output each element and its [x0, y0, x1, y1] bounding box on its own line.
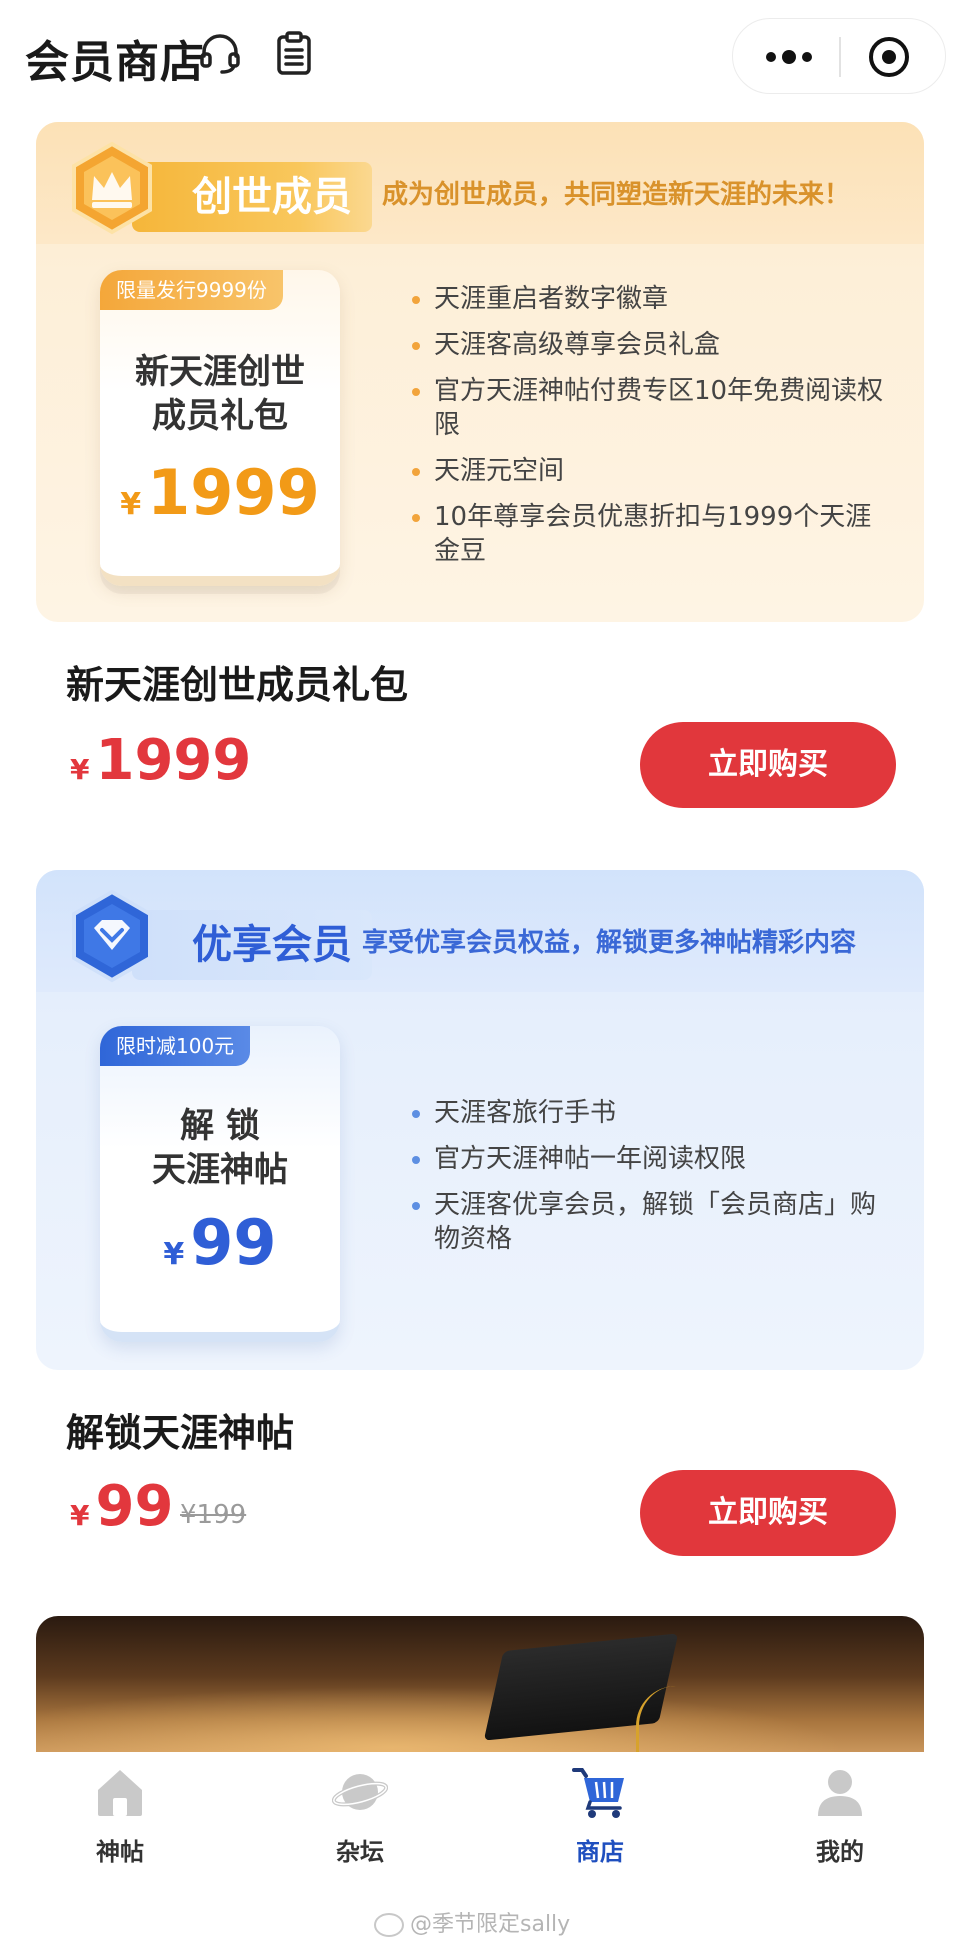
weibo-logo-icon [374, 1913, 404, 1937]
order-list-icon[interactable] [270, 30, 318, 78]
tier-name: 创世成员 [132, 162, 372, 232]
benefits-list: 天涯重启者数字徽章 天涯客高级尊享会员礼盒 官方天涯神帖付费专区10年免费阅读权… [412, 282, 892, 580]
buy-now-button[interactable]: 立即购买 [640, 722, 896, 808]
price-value: 99 [95, 1474, 174, 1539]
mini-program-capsule [732, 18, 946, 94]
banner-tagline: 享受优享会员权益，解锁更多神帖精彩内容 [362, 928, 857, 958]
home-icon [98, 1770, 142, 1816]
package-card: 限量发行9999份 新天涯创世 成员礼包 ¥1999 [100, 270, 340, 586]
discount-ribbon: 限时减100元 [100, 1026, 251, 1066]
product-title: 新天涯创世成员礼包 [66, 663, 409, 707]
close-mini-program-icon[interactable] [867, 35, 911, 79]
tab-zatan[interactable]: 杂坛 [240, 1752, 480, 1882]
cart-icon [572, 1768, 624, 1818]
page-title: 会员商店 [25, 37, 205, 88]
watermark-text: @季节限定sally [410, 1912, 571, 1937]
benefit-item: 天涯客高级尊享会员礼盒 [412, 328, 892, 362]
header: 会员商店 [0, 0, 960, 118]
price-value: 1999 [95, 728, 252, 793]
tab-label: 商店 [576, 1838, 624, 1866]
package-card: 限时减100元 解 锁 天涯神帖 ¥99 [100, 1026, 340, 1342]
crown-badge-icon [72, 141, 152, 235]
package-price: ¥99 [100, 1206, 340, 1279]
currency-symbol: ¥ [120, 487, 142, 522]
currency-symbol: ¥ [70, 753, 90, 786]
benefit-item: 官方天涯神帖一年阅读权限 [412, 1142, 892, 1176]
currency-symbol: ¥ [70, 1499, 90, 1532]
bottom-tab-bar: 神帖 杂坛 商店 我的 [0, 1752, 960, 1882]
product-price: ¥1999 [70, 728, 251, 793]
package-name-line2: 天涯神帖 [152, 1150, 288, 1190]
package-name-line2: 成员礼包 [152, 396, 288, 436]
tab-shop[interactable]: 商店 [480, 1752, 720, 1882]
currency-symbol: ¥ [163, 1237, 185, 1272]
tab-label: 杂坛 [336, 1838, 384, 1866]
limited-edition-ribbon: 限量发行9999份 [100, 270, 283, 310]
tab-label: 我的 [816, 1838, 864, 1866]
original-price: ¥199 [180, 1500, 247, 1530]
benefit-item: 天涯客优享会员，解锁「会员商店」购物资格 [412, 1188, 892, 1256]
benefit-item: 天涯元空间 [412, 454, 892, 488]
benefits-list: 天涯客旅行手书 官方天涯神帖一年阅读权限 天涯客优享会员，解锁「会员商店」购物资… [412, 1096, 892, 1268]
package-price: ¥1999 [100, 456, 340, 529]
price-value: 99 [190, 1206, 277, 1279]
diamond-badge-icon [72, 889, 152, 983]
product-price: ¥99 [70, 1474, 173, 1539]
banner-tagline: 成为创世成员，共同塑造新天涯的未来！ [382, 180, 851, 210]
benefit-item: 10年尊享会员优惠折扣与1999个天涯金豆 [412, 500, 892, 568]
watermark: @季节限定sally [374, 1906, 570, 1938]
premium-member-banner[interactable]: 优享会员 享受优享会员权益，解锁更多神帖精彩内容 限时减100元 解 锁 天涯神… [36, 870, 924, 1370]
customer-service-icon[interactable] [196, 30, 244, 78]
tab-label: 神帖 [96, 1838, 144, 1866]
package-name-line1: 解 锁 [180, 1106, 260, 1146]
capsule-divider [839, 37, 841, 77]
tab-mine[interactable]: 我的 [720, 1752, 960, 1882]
tier-name: 优享会员 [132, 910, 372, 980]
user-icon [818, 1770, 862, 1816]
founder-member-banner[interactable]: 创世成员 成为创世成员，共同塑造新天涯的未来！ 限量发行9999份 新天涯创世 … [36, 122, 924, 622]
buy-now-button[interactable]: 立即购买 [640, 1470, 896, 1556]
product-title: 解锁天涯神帖 [66, 1411, 295, 1455]
tab-shentie[interactable]: 神帖 [0, 1752, 240, 1882]
package-name-line1: 新天涯创世 [135, 352, 305, 392]
product-photo-banner[interactable] [36, 1616, 924, 1766]
planet-icon [332, 1774, 388, 1810]
benefit-item: 官方天涯神帖付费专区10年免费阅读权限 [412, 374, 892, 442]
benefit-item: 天涯重启者数字徽章 [412, 282, 892, 316]
more-options-icon[interactable] [763, 47, 815, 67]
benefit-item: 天涯客旅行手书 [412, 1096, 892, 1130]
price-value: 1999 [147, 456, 320, 529]
